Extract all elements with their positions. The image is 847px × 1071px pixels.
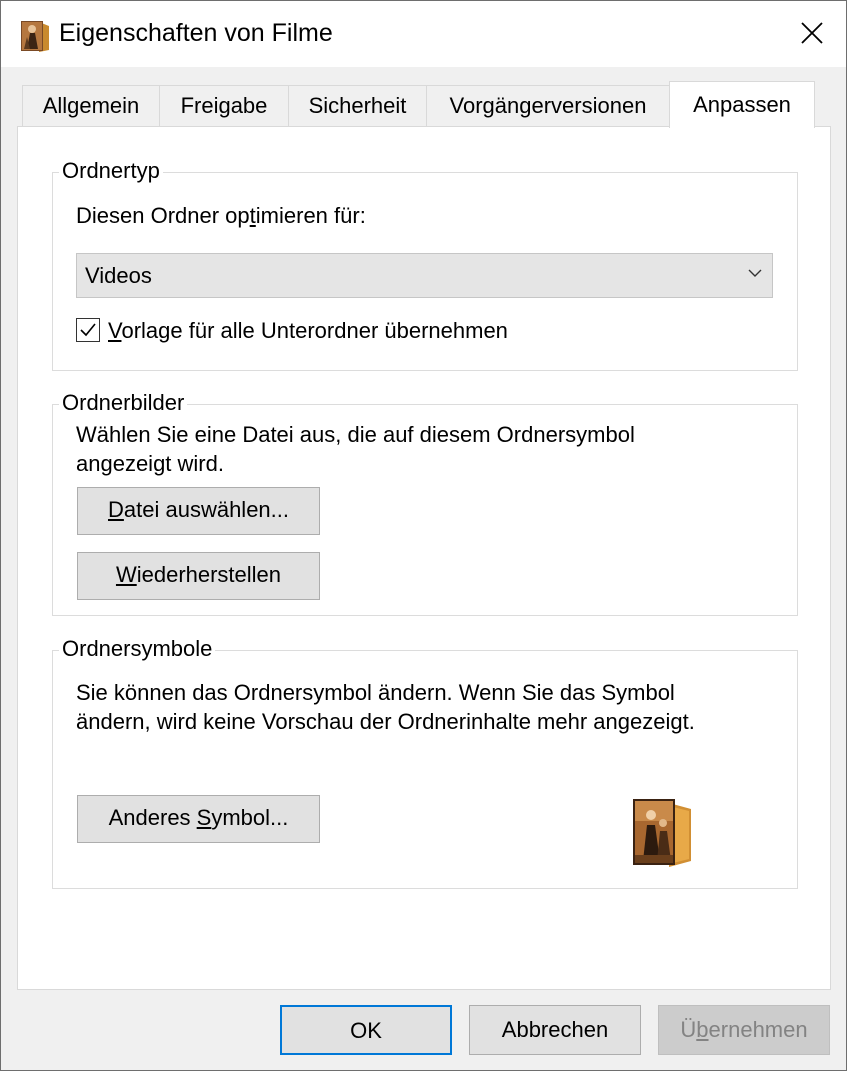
group-legend-ordnerbilder: Ordnerbilder <box>59 390 188 416</box>
choose-file-button[interactable]: Datei auswählen... <box>77 487 320 535</box>
close-icon <box>801 22 823 44</box>
tab-allgemein[interactable]: Allgemein <box>22 85 160 126</box>
restore-button[interactable]: Wiederherstellen <box>77 552 320 600</box>
group-legend-ordnersymbole: Ordnersymbole <box>59 636 216 662</box>
group-ordnertyp: Ordnertyp Diesen Ordner optimieren für: … <box>52 158 798 371</box>
cancel-button[interactable]: Abbrechen <box>469 1005 641 1055</box>
folder-movie-icon <box>19 19 51 53</box>
tab-panel-anpassen: Ordnertyp Diesen Ordner optimieren für: … <box>17 126 831 990</box>
ordnerbilder-description-line2: angezeigt wird. <box>76 451 224 476</box>
checkmark-icon <box>80 323 96 337</box>
tab-vorgaengerversionen[interactable]: Vorgängerversionen <box>426 85 670 126</box>
ok-button[interactable]: OK <box>280 1005 452 1055</box>
chevron-down-icon <box>748 269 762 277</box>
ordnersymbole-description-line1: Sie können das Ordnersymbol ändern. Wenn… <box>76 680 675 705</box>
optimize-label: Diesen Ordner optimieren für: <box>76 203 366 228</box>
change-icon-button[interactable]: Anderes Symbol... <box>77 795 320 843</box>
group-ordnerbilder: Ordnerbilder Wählen Sie eine Datei aus, … <box>52 390 798 616</box>
window-title: Eigenschaften von Filme <box>59 19 333 47</box>
tab-sicherheit[interactable]: Sicherheit <box>288 85 427 126</box>
group-ordnersymbole: Ordnersymbole Sie können das Ordnersymbo… <box>52 636 798 889</box>
optimize-for-value: Videos <box>85 263 152 288</box>
apply-button[interactable]: Übernehmen <box>658 1005 830 1055</box>
properties-dialog: Eigenschaften von Filme Allgemein Freiga… <box>0 0 847 1071</box>
tab-anpassen[interactable]: Anpassen <box>669 81 815 128</box>
title-bar: Eigenschaften von Filme <box>1 1 846 67</box>
ordnerbilder-description-line1: Wählen Sie eine Datei aus, die auf diese… <box>76 422 635 447</box>
ordnersymbole-description-line2: ändern, wird keine Vorschau der Ordnerin… <box>76 709 695 734</box>
close-button[interactable] <box>776 1 846 67</box>
apply-to-subfolders-checkbox[interactable] <box>76 318 100 342</box>
apply-to-subfolders-label[interactable]: Vorlage für alle Unterordner übernehmen <box>108 316 508 345</box>
optimize-for-select[interactable]: Videos <box>76 253 773 298</box>
tab-freigabe[interactable]: Freigabe <box>159 85 289 126</box>
folder-movie-icon <box>627 795 693 869</box>
group-legend-ordnertyp: Ordnertyp <box>59 158 163 184</box>
tab-bar: Allgemein Freigabe Sicherheit Vorgängerv… <box>1 67 846 128</box>
